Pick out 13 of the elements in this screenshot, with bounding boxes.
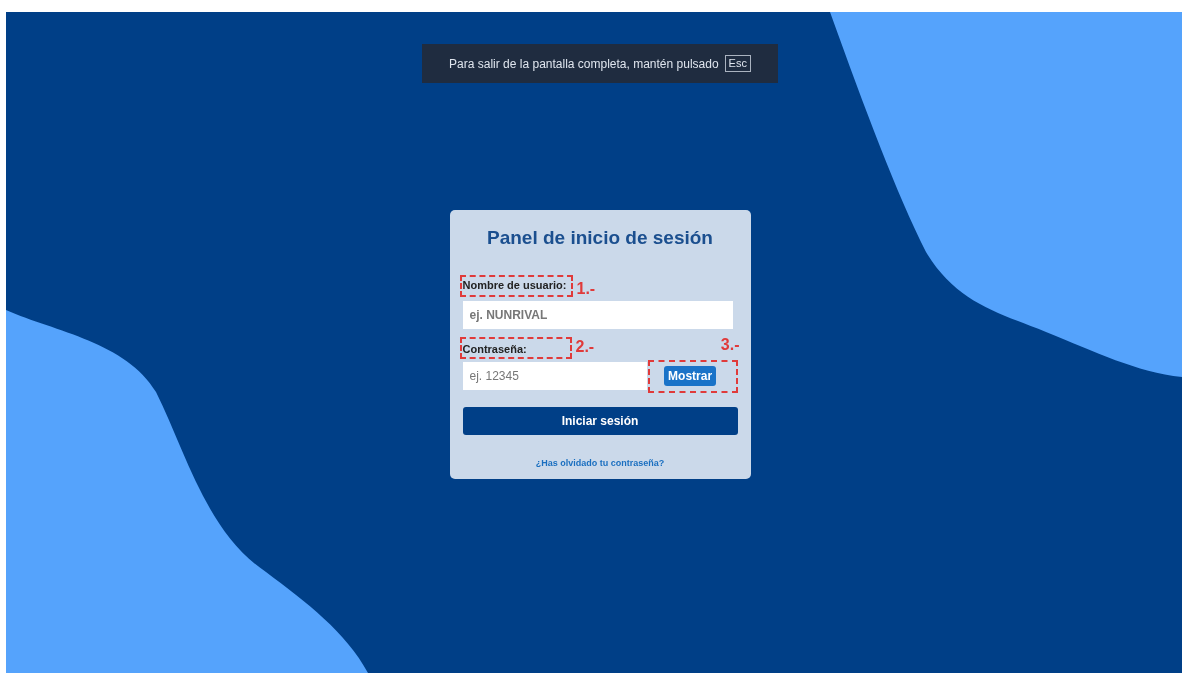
annotation-number: 2.- (575, 338, 595, 355)
annotation-number: 3.- (720, 336, 740, 353)
input-field[interactable]: ej. NUNRIVAL (462, 300, 733, 329)
panel-title: Panel de inicio de sesión (486, 226, 714, 250)
notice-text: Para salir de la pantalla completa, mantén pulsado (449, 55, 719, 73)
forgot-password-link[interactable]: ¿Has olvidado tu contraseña? (535, 457, 665, 468)
field-label: Nombre de usuario: (462, 280, 567, 291)
login-button[interactable]: Iniciar sesión (462, 406, 738, 435)
input-field[interactable]: ej. 12345 (462, 362, 648, 390)
show-password-button[interactable]: Mostrar (664, 366, 717, 386)
annotation-number: 1.- (576, 280, 596, 297)
field-label: Contraseña: (462, 343, 527, 355)
esc-key: Esc (724, 55, 751, 72)
